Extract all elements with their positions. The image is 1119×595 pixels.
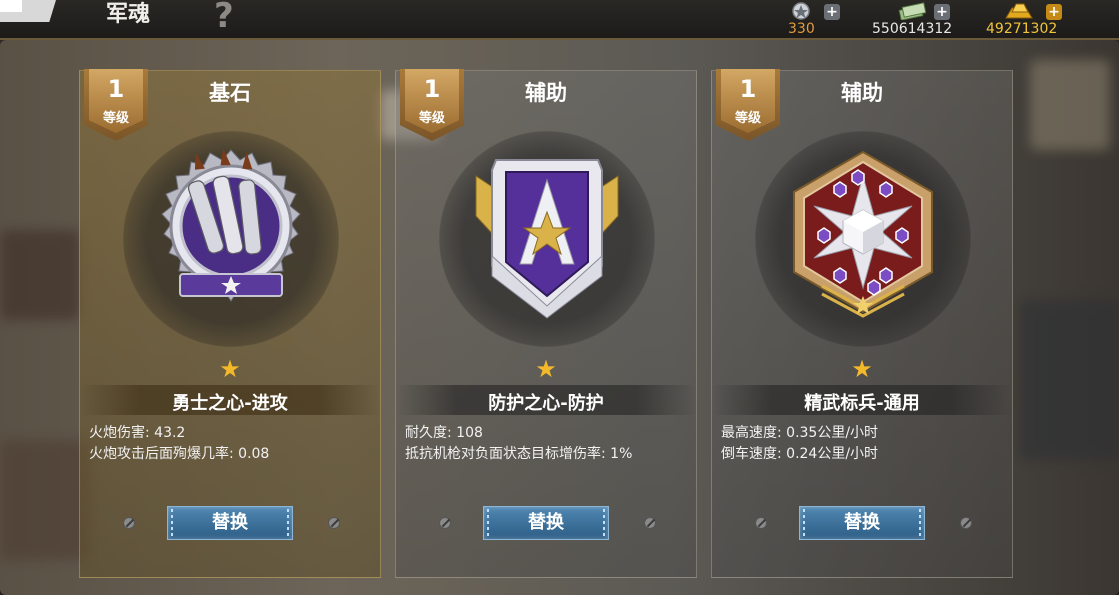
screw-icon bbox=[439, 517, 451, 529]
medal-stats: 火炮伤害: 43.2 火炮攻击后面殉爆几率: 0.08 bbox=[89, 423, 379, 465]
page-title: 军魂 bbox=[106, 2, 151, 27]
stat-line: 倒车速度: 0.24公里/小时 bbox=[721, 446, 879, 462]
medal-name: 勇士之心-进攻 bbox=[172, 393, 288, 414]
shield-star-medal-icon[interactable] bbox=[456, 146, 638, 328]
gold-bar-icon bbox=[1005, 3, 1033, 19]
medal-card-auxiliary-1[interactable]: 1 等级 辅助 ★ 防护之心-防护 耐久度: 108 抵抗机枪对负面状态目标增伤… bbox=[395, 69, 697, 578]
gold-value: 49271302 bbox=[986, 21, 1058, 37]
level-label: 等级 bbox=[102, 111, 129, 126]
stat-line: 火炮攻击后面殉爆几率: 0.08 bbox=[89, 446, 270, 462]
stat-line: 抵抗机枪对负面状态目标增伤率: 1% bbox=[405, 446, 633, 462]
level-label: 等级 bbox=[418, 111, 445, 126]
resource-medal-token: + 330 bbox=[786, 0, 846, 38]
stat-line: 耐久度: 108 bbox=[405, 425, 483, 441]
top-bar: 军魂 ? + 330 + 550614312 + 49271302 bbox=[0, 0, 1119, 40]
screw-icon bbox=[960, 517, 972, 529]
replace-button[interactable]: 替换 bbox=[799, 506, 925, 540]
replace-button[interactable]: 替换 bbox=[483, 506, 609, 540]
rank-star-icon: ★ bbox=[535, 355, 557, 383]
medal-card-auxiliary-2[interactable]: 1 等级 辅助 ★ 精武标兵-通用 最高速度: 0.35公里/小时 倒车速度: … bbox=[711, 69, 1013, 578]
add-gold-button[interactable]: + bbox=[1046, 4, 1062, 20]
slot-type: 辅助 bbox=[525, 81, 567, 105]
stat-line: 最高速度: 0.35公里/小时 bbox=[721, 425, 879, 441]
medal-name: 防护之心-防护 bbox=[488, 393, 604, 414]
add-cash-button[interactable]: + bbox=[934, 4, 950, 20]
level-label: 等级 bbox=[734, 111, 761, 126]
resource-gold: + 49271302 bbox=[986, 0, 1066, 38]
medal-token-value: 330 bbox=[788, 21, 815, 37]
cash-icon bbox=[898, 2, 926, 20]
stat-line: 火炮伤害: 43.2 bbox=[89, 425, 186, 441]
add-medal-token-button[interactable]: + bbox=[824, 4, 840, 20]
rank-star-icon: ★ bbox=[219, 355, 241, 383]
resource-cash: + 550614312 bbox=[872, 0, 962, 38]
slot-type: 辅助 bbox=[841, 81, 883, 105]
medal-token-icon bbox=[792, 2, 810, 20]
rank-star-icon: ★ bbox=[851, 355, 873, 383]
screw-icon bbox=[123, 517, 135, 529]
shells-medal-icon[interactable] bbox=[140, 146, 322, 328]
back-button[interactable] bbox=[0, 0, 56, 22]
hexagon-cube-medal-icon[interactable] bbox=[772, 146, 954, 328]
medal-stats: 耐久度: 108 抵抗机枪对负面状态目标增伤率: 1% bbox=[405, 423, 695, 465]
medal-card-cornerstone[interactable]: 1 等级 基石 ★ 勇士之心-进攻 火炮伤害: 43.2 火炮攻击后面殉爆几率:… bbox=[79, 69, 381, 578]
replace-button[interactable]: 替换 bbox=[167, 506, 293, 540]
cash-value: 550614312 bbox=[872, 21, 953, 37]
help-icon[interactable]: ? bbox=[214, 0, 234, 36]
medal-stats: 最高速度: 0.35公里/小时 倒车速度: 0.24公里/小时 bbox=[721, 423, 1011, 465]
screw-icon bbox=[328, 517, 340, 529]
slot-type: 基石 bbox=[209, 81, 251, 105]
screw-icon bbox=[644, 517, 656, 529]
medal-name: 精武标兵-通用 bbox=[804, 393, 920, 414]
screw-icon bbox=[755, 517, 767, 529]
